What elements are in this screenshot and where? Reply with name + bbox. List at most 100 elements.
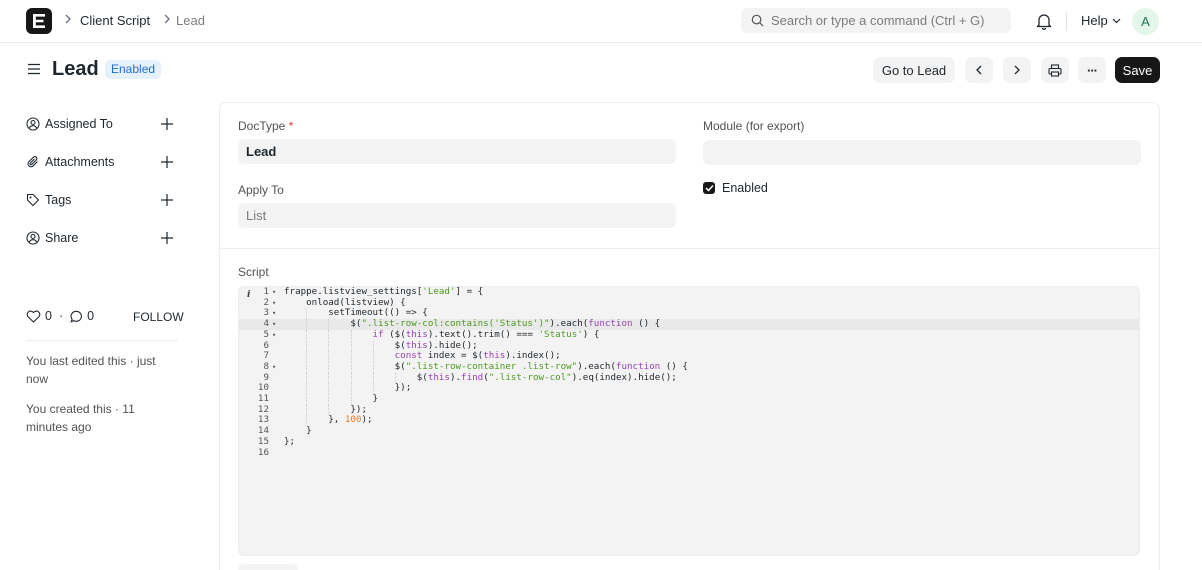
status-badge: Enabled — [105, 60, 162, 79]
apply-to-select[interactable]: List — [238, 203, 676, 228]
plus-icon — [161, 118, 173, 130]
code-line[interactable]: 11 } — [239, 393, 1139, 405]
share-icon — [26, 231, 40, 245]
plus-icon — [161, 156, 173, 168]
code-text: $(".list-row-container .list-row").each(… — [284, 360, 688, 372]
code-line[interactable]: 13 }, 100); — [239, 415, 1139, 427]
code-line[interactable]: 16 — [239, 446, 1139, 459]
add-tag-button[interactable] — [160, 193, 174, 207]
help-label: Help — [1081, 13, 1108, 28]
search-icon — [751, 14, 764, 27]
indent-guide — [328, 329, 330, 341]
search-input[interactable] — [771, 13, 1001, 28]
add-assignee-button[interactable] — [160, 117, 174, 131]
go-to-lead-button[interactable]: Go to Lead — [873, 57, 955, 83]
sidebar-item-label: Attachments — [45, 155, 115, 169]
paperclip-icon — [27, 156, 38, 168]
chevron-right-icon — [1014, 65, 1020, 75]
indent-guide — [328, 361, 330, 373]
add-share-button[interactable] — [160, 231, 174, 245]
apply-to-label: Apply To — [238, 183, 284, 197]
plus-icon — [161, 194, 173, 206]
code-line[interactable]: 8 ▾ $(".list-row-container .list-row").ea… — [239, 360, 1139, 373]
section-divider — [220, 248, 1159, 249]
likes-comments: 0 · 0 — [26, 309, 94, 323]
add-attachment-button[interactable] — [160, 155, 174, 169]
expand-editor-button[interactable] — [238, 564, 298, 570]
sidebar-item-label: Share — [45, 231, 79, 245]
breadcrumb-lead[interactable]: Lead — [176, 13, 205, 28]
breadcrumb-separator — [163, 13, 171, 28]
follow-button[interactable]: FOLLOW — [133, 310, 184, 324]
doctype-label: DocType * — [238, 119, 294, 133]
code-line[interactable]: 12 }); — [239, 404, 1139, 416]
next-document-button[interactable] — [1003, 57, 1031, 83]
breadcrumb-separator — [64, 13, 72, 28]
separator-dot: · — [58, 309, 64, 323]
script-label: Script — [238, 265, 269, 279]
comment-icon[interactable] — [70, 310, 83, 323]
doctype-field[interactable]: Lead — [238, 139, 676, 164]
enabled-checkbox[interactable] — [703, 182, 715, 194]
required-mark: * — [288, 119, 294, 133]
indent-guide — [372, 361, 374, 373]
fold-toggle-icon[interactable]: ▾ — [272, 298, 276, 309]
assign-icon — [26, 117, 40, 131]
fold-toggle-icon[interactable]: ▾ — [272, 330, 276, 341]
tag-icon — [26, 193, 40, 207]
comments-count: 0 — [87, 309, 95, 323]
code-line[interactable]: 5 ▾ if ($(this).text().trim() === 'Status… — [239, 328, 1139, 341]
sidebar-toggle-icon[interactable] — [27, 62, 41, 79]
module-field[interactable] — [703, 140, 1141, 165]
code-text: if ($(this).text().trim() === 'Status') … — [372, 328, 600, 340]
indent-guide — [350, 329, 352, 341]
code-editor[interactable]: i 1 ▾ frappe.listview_settings['Lead'] = {… — [238, 286, 1140, 556]
help-dropdown[interactable]: Help — [1081, 13, 1121, 28]
code-line[interactable]: 15}; — [239, 435, 1139, 448]
print-button[interactable] — [1041, 57, 1069, 83]
line-number: 15 — [257, 435, 269, 447]
sidebar-item-attachments[interactable]: Attachments — [26, 152, 114, 172]
save-button[interactable]: Save — [1115, 57, 1160, 83]
chevron-down-icon — [1112, 18, 1121, 23]
line-number: 8 — [263, 360, 269, 372]
code-line[interactable]: 14 } — [239, 425, 1139, 437]
code-text: }; — [284, 435, 296, 447]
indent-guide — [306, 329, 308, 341]
sidebar-item-tags[interactable]: Tags — [26, 190, 71, 210]
line-number: 16 — [257, 446, 269, 458]
fold-toggle-icon[interactable]: ▾ — [272, 308, 276, 319]
sidebar-divider — [26, 340, 178, 341]
activity-created: You created this · 11 minutes ago — [26, 402, 135, 434]
app-logo[interactable] — [26, 8, 52, 34]
enabled-label: Enabled — [722, 181, 768, 195]
checkmark-icon — [704, 184, 714, 192]
navbar-divider — [1066, 12, 1067, 30]
more-actions-button[interactable]: ··· — [1078, 57, 1106, 83]
likes-count: 0 — [45, 309, 52, 323]
line-number: 5 — [263, 328, 269, 340]
page-title: Lead — [52, 58, 99, 80]
module-label: Module (for export) — [703, 119, 805, 133]
fold-toggle-icon[interactable]: ▾ — [272, 287, 276, 298]
activity-last-edited: You last edited this · just now — [26, 354, 156, 386]
heart-icon[interactable] — [26, 310, 41, 323]
sidebar-item-assigned-to[interactable]: Assigned To — [26, 114, 113, 134]
sidebar-item-label: Tags — [45, 193, 72, 207]
indent-guide — [306, 361, 308, 373]
plus-icon — [161, 232, 173, 244]
printer-icon — [1048, 63, 1062, 77]
fold-toggle-icon[interactable]: ▾ — [272, 362, 276, 373]
search-bar[interactable] — [741, 8, 1011, 33]
breadcrumb-client-script[interactable]: Client Script — [80, 13, 150, 28]
sidebar-item-share[interactable]: Share — [26, 228, 78, 248]
previous-document-button[interactable] — [965, 57, 993, 83]
fold-toggle-icon[interactable]: ▾ — [272, 319, 276, 330]
user-avatar[interactable]: A — [1132, 8, 1159, 35]
sidebar-item-label: Assigned To — [45, 117, 113, 131]
notifications-bell-icon[interactable] — [1036, 12, 1052, 33]
indent-guide — [350, 361, 352, 373]
frappe-logo-icon — [33, 14, 45, 28]
chevron-left-icon — [976, 65, 982, 75]
navbar: Client Script Lead Help A — [0, 0, 1202, 43]
